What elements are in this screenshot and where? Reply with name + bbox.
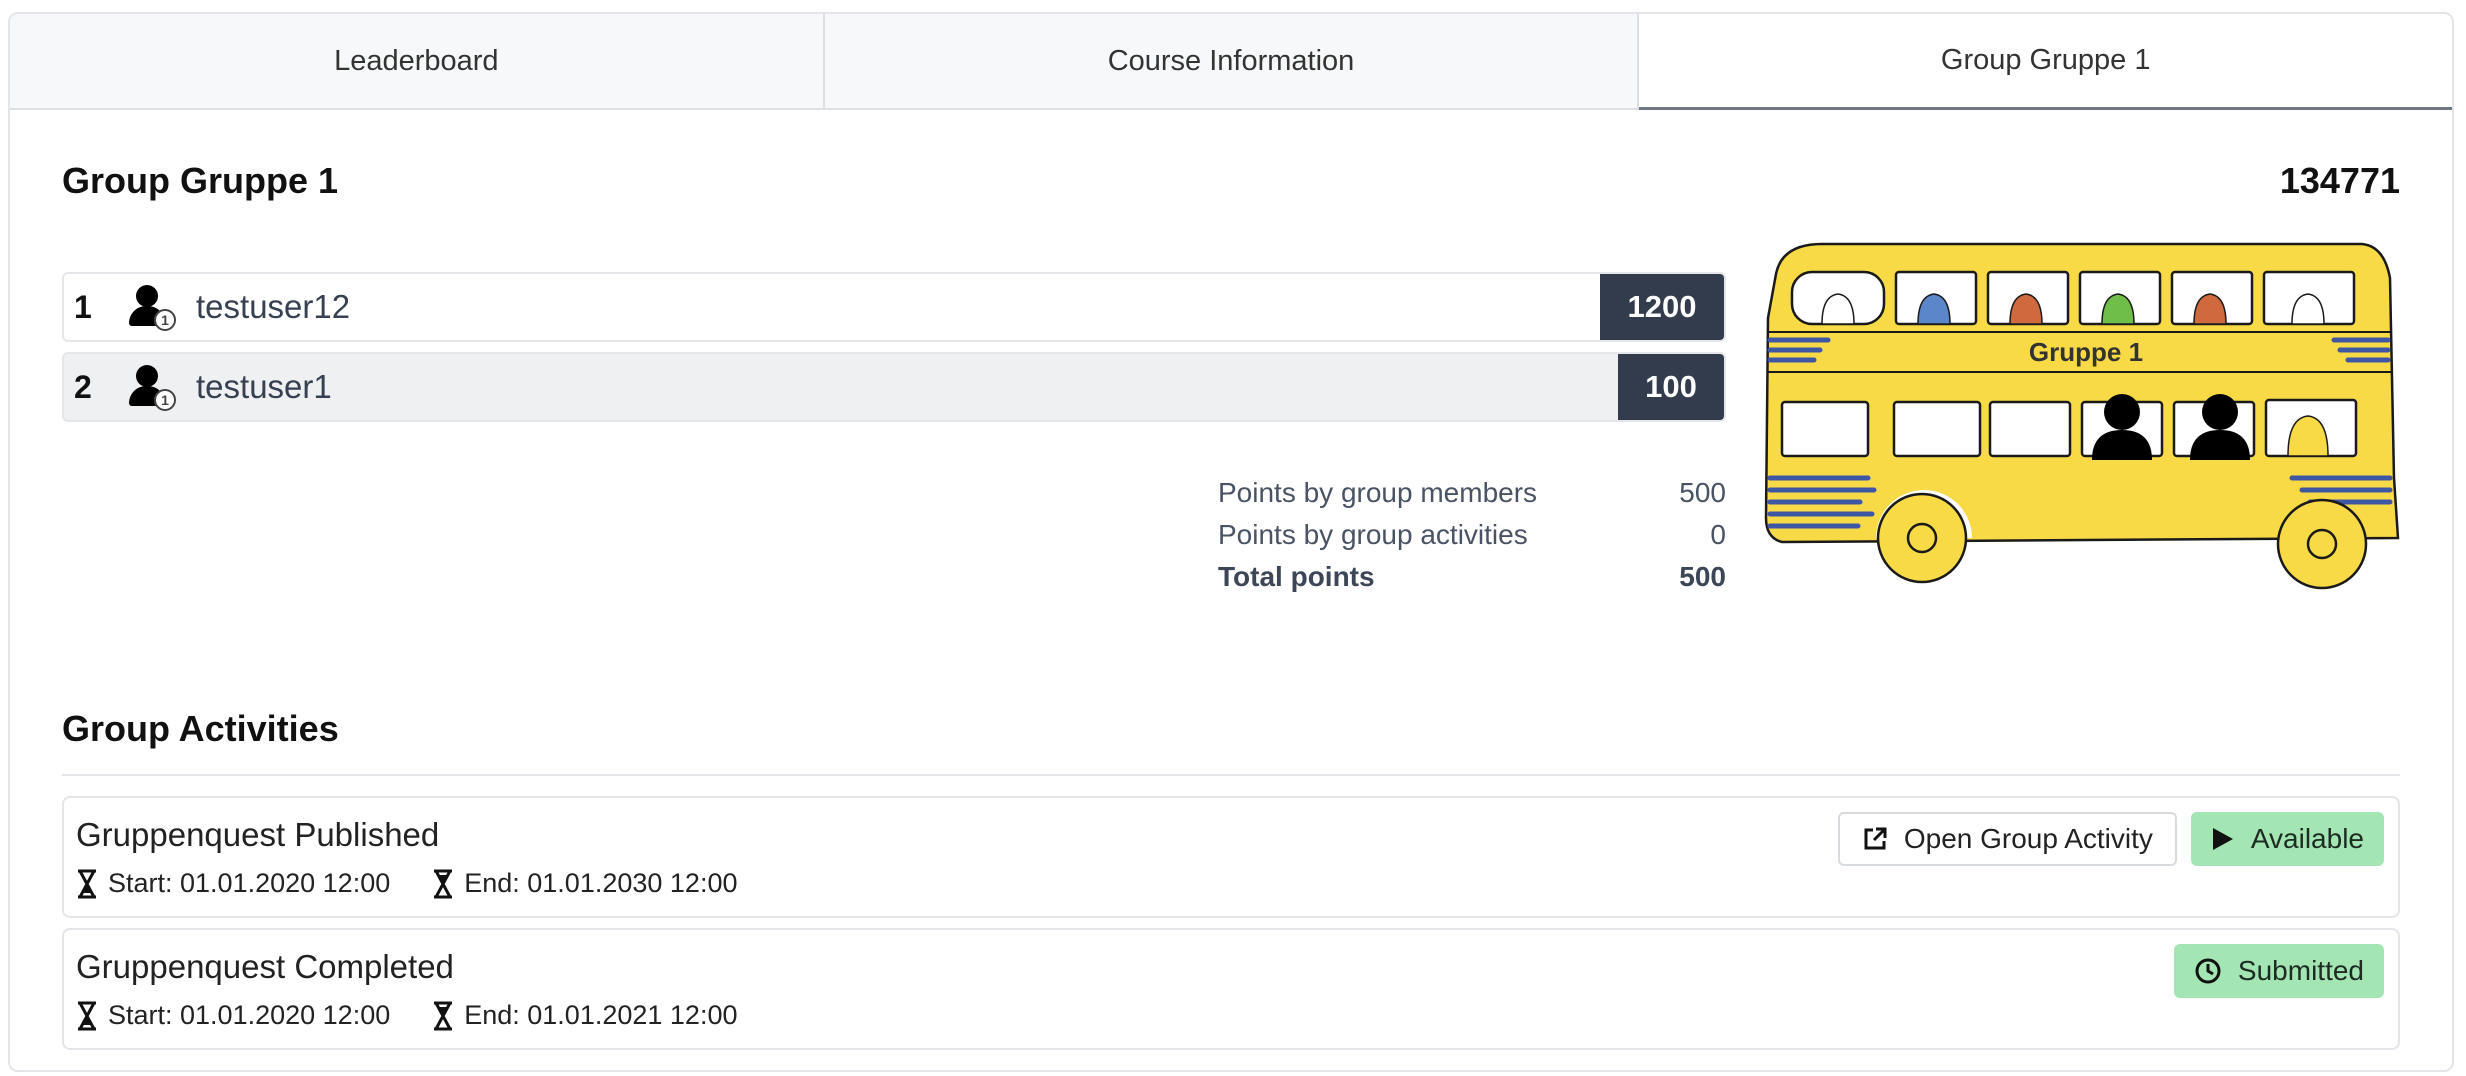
user-icon: 1 [126,279,178,335]
activity-dates: Start: 01.01.2020 12:00 End: 01.01.2021 … [76,1000,737,1031]
level-badge: 1 [154,309,176,331]
activity-actions: Submitted [2173,944,2384,998]
activities-title: Group Activities [62,708,339,749]
points-total-row: Total points 500 [1218,556,1726,598]
hourglass-icon [434,1001,453,1030]
points-total-label: Total points [1218,561,1375,592]
hourglass-icon [78,1001,96,1030]
start-text: Start: 01.01.2020 12:00 [108,1000,391,1030]
activity-name: Gruppenquest Published [76,816,440,853]
member-score: 1200 [1600,274,1724,340]
group-content: Group Gruppe 1 134771 1 1 testuser12 120… [62,110,2400,1070]
start-text: Start: 01.01.2020 12:00 [108,868,391,898]
activity-card: Gruppenquest Published Start: 01.01.2020… [62,796,2400,918]
tab-course-information[interactable]: Course Information [824,14,1640,108]
member-row: 2 1 testuser1 100 [62,352,1726,422]
activity-name: Gruppenquest Completed [76,948,454,985]
status-label: Available [2250,823,2364,854]
group-panel: Leaderboard Course Information Group Gru… [8,12,2454,1072]
activity-start: Start: 01.01.2020 12:00 [76,868,390,899]
member-rank: 2 [74,368,92,405]
group-bus-illustration: Gruppe 1 [1764,242,2400,590]
tab-leaderboard[interactable]: Leaderboard [10,14,825,108]
activity-end: End: 01.01.2030 12:00 [432,868,737,899]
points-activities-label: Points by group activities [1218,519,1528,550]
points-total-value: 500 [1679,561,1726,592]
open-group-activity-label: Open Group Activity [1903,823,2153,854]
activity-card: Gruppenquest Completed Start: 01.01.2020… [62,928,2400,1050]
activity-actions: Open Group Activity Available [1837,812,2384,866]
end-text: End: 01.01.2021 12:00 [464,1000,738,1030]
open-group-activity-button[interactable]: Open Group Activity [1837,812,2177,866]
user-icon: 1 [126,359,178,415]
activities-divider [62,774,2400,776]
member-row: 1 1 testuser12 1200 [62,272,1726,342]
points-summary: Points by group members 500 Points by gr… [1218,472,1726,598]
status-badge: Submitted [2173,944,2384,998]
hourglass-icon [78,869,96,898]
status-badge: Available [2190,812,2384,866]
external-link-icon [1864,827,1887,850]
points-members-label: Points by group members [1218,477,1538,508]
tab-group[interactable]: Group Gruppe 1 [1639,14,2452,110]
play-icon [2212,828,2233,850]
bus-label: Gruppe 1 [2029,337,2143,367]
hourglass-icon [434,869,453,898]
status-label: Submitted [2237,955,2364,986]
page-title: Group Gruppe 1 [62,160,339,201]
points-members-value: 500 [1679,477,1726,508]
end-text: End: 01.01.2030 12:00 [464,868,738,898]
points-activities-value: 0 [1710,519,1726,550]
member-name: testuser12 [196,288,351,325]
group-code: 134771 [2279,160,2400,201]
points-members-row: Points by group members 500 [1218,472,1726,514]
clock-icon [2195,958,2221,984]
member-list: 1 1 testuser12 1200 2 1 testuser1 100 [62,272,1726,432]
activity-end: End: 01.01.2021 12:00 [432,1000,737,1031]
member-rank: 1 [74,288,92,325]
activity-dates: Start: 01.01.2020 12:00 End: 01.01.2030 … [76,868,737,899]
points-activities-row: Points by group activities 0 [1218,514,1726,556]
member-score: 100 [1618,354,1724,420]
member-name: testuser1 [196,368,332,405]
tab-bar: Leaderboard Course Information Group Gru… [10,14,2452,110]
activity-start: Start: 01.01.2020 12:00 [76,1000,390,1031]
level-badge: 1 [154,389,176,411]
